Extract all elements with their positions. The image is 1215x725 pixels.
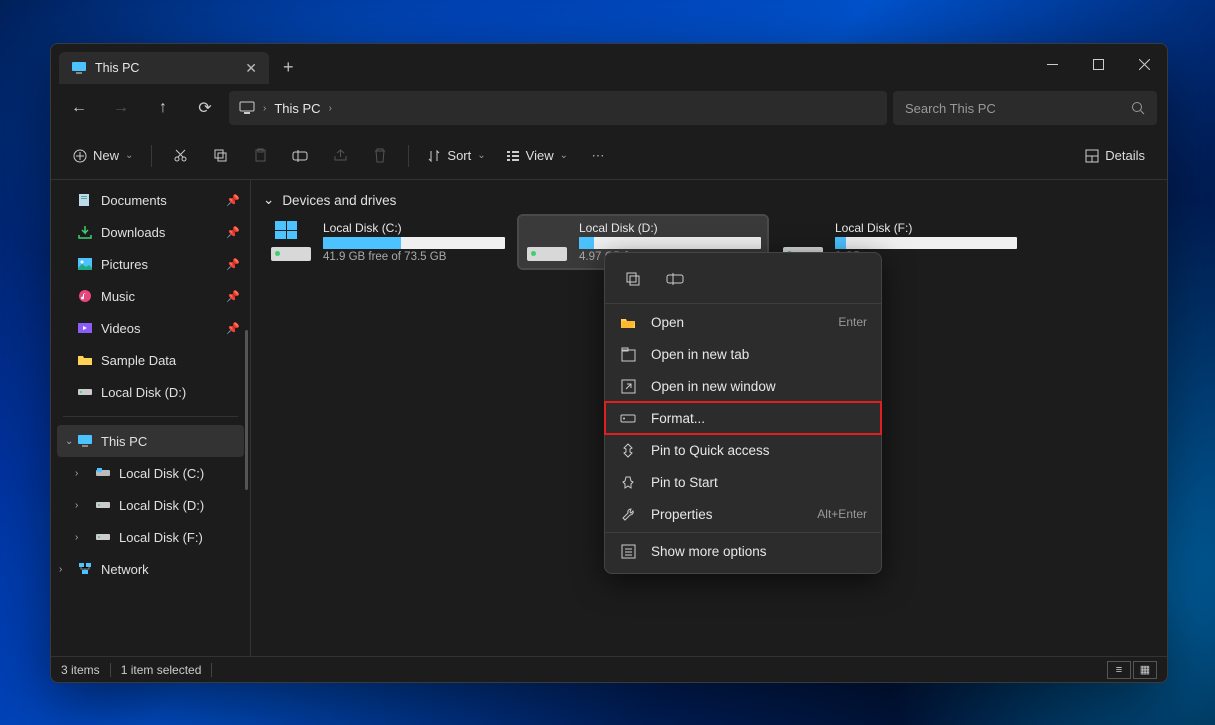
search-input[interactable]: Search This PC [893, 91, 1157, 125]
chevron-down-icon: ⌄ [125, 150, 133, 161]
rename-icon-button[interactable] [661, 265, 689, 293]
drive-icon [525, 223, 569, 261]
up-button[interactable]: ↑ [145, 92, 181, 124]
context-menu-actions [605, 259, 881, 301]
drive-name: Local Disk (F:) [835, 221, 1017, 235]
sidebar-item-network[interactable]: ›Network [51, 553, 250, 585]
ctx-open-new-tab[interactable]: Open in new tab [605, 338, 881, 370]
ctx-pin-start[interactable]: Pin to Start [605, 466, 881, 498]
forward-button[interactable]: → [103, 92, 139, 124]
this-pc-icon [71, 61, 87, 75]
sidebar-item-local-disk-c[interactable]: ›Local Disk (C:) [51, 457, 250, 489]
view-button[interactable]: View⌄ [498, 140, 576, 172]
cut-button[interactable] [162, 140, 198, 172]
maximize-button[interactable] [1075, 44, 1121, 84]
minimize-button[interactable] [1029, 44, 1075, 84]
drive-icon [619, 413, 637, 424]
wrench-icon [619, 507, 637, 522]
more-button[interactable]: ⋯ [580, 140, 616, 172]
drive-free: 41.9 GB free of 73.5 GB [323, 251, 505, 263]
details-view-button[interactable]: ≡ [1107, 661, 1131, 679]
chevron-down-icon: ⌄ [65, 436, 73, 447]
copy-icon-button[interactable] [619, 265, 647, 293]
sidebar-item-this-pc[interactable]: ⌄This PC [57, 425, 244, 457]
ctx-pin-quick-access[interactable]: Pin to Quick access [605, 434, 881, 466]
chevron-right-icon: › [75, 468, 78, 479]
refresh-button[interactable]: ⟳ [187, 92, 223, 124]
tab-close-icon[interactable]: ✕ [245, 60, 257, 77]
chevron-right-icon: › [75, 532, 78, 543]
sidebar-item-sample-data[interactable]: Sample Data [51, 344, 250, 376]
sidebar-item-local-disk-f[interactable]: ›Local Disk (F:) [51, 521, 250, 553]
chevron-down-icon: ⌄ [477, 150, 485, 161]
ctx-open-new-window[interactable]: Open in new window [605, 370, 881, 402]
back-button[interactable]: ← [61, 92, 97, 124]
chevron-right-icon: › [263, 103, 266, 114]
new-window-icon [619, 379, 637, 394]
ctx-format[interactable]: Format... [605, 402, 881, 434]
drive-c[interactable]: Local Disk (C:) 41.9 GB free of 73.5 GB [263, 216, 511, 268]
details-button[interactable]: Details [1077, 140, 1153, 172]
sidebar-item-local-disk-d[interactable]: ›Local Disk (D:) [51, 489, 250, 521]
sidebar-item-local-disk-d[interactable]: Local Disk (D:) [51, 376, 250, 408]
drive-name: Local Disk (C:) [323, 221, 505, 235]
tab-this-pc[interactable]: This PC ✕ [59, 52, 269, 84]
address-bar: ← → ↑ ⟳ › This PC › Search This PC [51, 84, 1167, 132]
group-header[interactable]: ⌄Devices and drives [263, 192, 1155, 208]
sidebar: Documents📌 Downloads📌 Pictures📌 Music📌 V… [51, 180, 251, 656]
new-tab-icon [619, 347, 637, 362]
paste-button[interactable] [242, 140, 278, 172]
new-button[interactable]: New⌄ [65, 140, 141, 172]
sidebar-item-pictures[interactable]: Pictures📌 [51, 248, 250, 280]
tab-title: This PC [95, 61, 139, 75]
breadcrumb[interactable]: › This PC › [229, 91, 887, 125]
delete-button[interactable] [362, 140, 398, 172]
share-button[interactable] [322, 140, 358, 172]
pin-icon: 📌 [226, 194, 240, 207]
sidebar-item-videos[interactable]: Videos📌 [51, 312, 250, 344]
new-tab-button[interactable]: + [283, 57, 294, 78]
pin-start-icon [619, 475, 637, 490]
location-icon [239, 101, 255, 115]
chevron-right-icon: › [75, 500, 78, 511]
copy-button[interactable] [202, 140, 238, 172]
pin-icon: 📌 [226, 258, 240, 271]
chevron-right-icon: › [329, 103, 332, 114]
sort-button[interactable]: Sort⌄ [419, 140, 493, 172]
chevron-down-icon: ⌄ [560, 150, 568, 161]
sidebar-item-music[interactable]: Music📌 [51, 280, 250, 312]
ctx-open[interactable]: OpenEnter [605, 306, 881, 338]
storage-bar [579, 237, 761, 249]
chevron-right-icon: › [59, 564, 62, 575]
breadcrumb-location: This PC [274, 101, 320, 116]
selected-count: 1 item selected [121, 663, 202, 677]
storage-bar [835, 237, 1017, 249]
sidebar-item-downloads[interactable]: Downloads📌 [51, 216, 250, 248]
pin-icon: 📌 [226, 226, 240, 239]
folder-open-icon [619, 316, 637, 329]
pin-icon: 📌 [226, 290, 240, 303]
search-placeholder: Search This PC [905, 101, 1131, 116]
sidebar-item-documents[interactable]: Documents📌 [51, 184, 250, 216]
titlebar: This PC ✕ + [51, 44, 1167, 84]
storage-bar [323, 237, 505, 249]
icons-view-button[interactable]: ▦ [1133, 661, 1157, 679]
toolbar: New⌄ Sort⌄ View⌄ ⋯ Details [51, 132, 1167, 180]
ctx-properties[interactable]: PropertiesAlt+Enter [605, 498, 881, 530]
drive-name: Local Disk (D:) [579, 221, 761, 235]
ctx-show-more[interactable]: Show more options [605, 535, 881, 567]
chevron-down-icon: ⌄ [263, 192, 274, 208]
search-icon [1131, 101, 1145, 115]
close-window-button[interactable] [1121, 44, 1167, 84]
item-count: 3 items [61, 663, 100, 677]
drive-icon [269, 223, 313, 261]
window-controls [1029, 44, 1167, 84]
context-menu: OpenEnter Open in new tab Open in new wi… [604, 252, 882, 574]
more-options-icon [619, 544, 637, 559]
rename-button[interactable] [282, 140, 318, 172]
pin-icon: 📌 [226, 322, 240, 335]
pin-icon [619, 443, 637, 458]
status-bar: 3 items 1 item selected ≡ ▦ [51, 656, 1167, 682]
